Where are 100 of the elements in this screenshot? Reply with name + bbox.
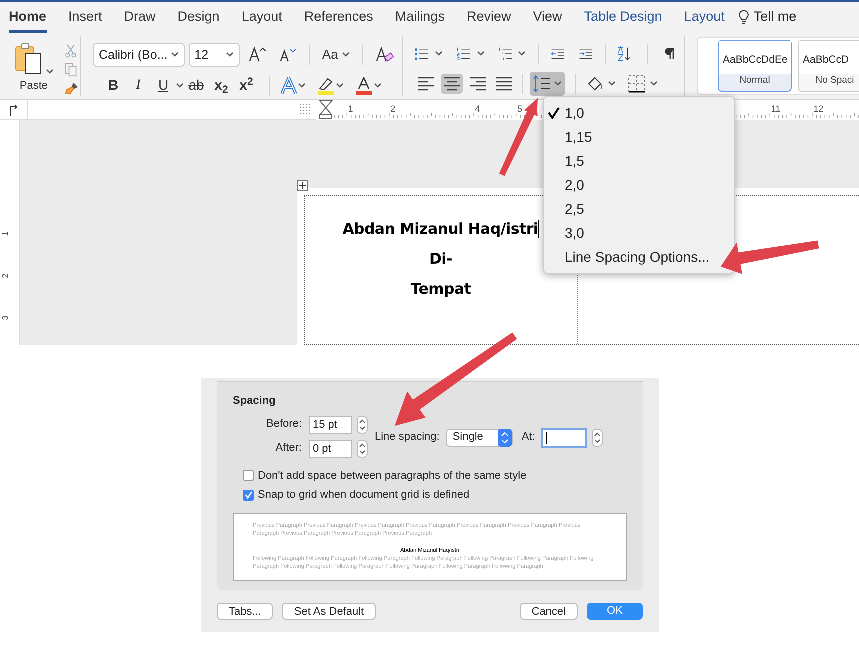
style-name: Normal [738, 74, 772, 88]
borders-icon[interactable] [628, 75, 646, 93]
after-spacing-field[interactable]: 0 pt [309, 440, 352, 458]
field-label: After: [274, 441, 303, 456]
stepper-icon [498, 428, 512, 446]
strikethrough-button[interactable]: ab [184, 75, 209, 96]
caret-icon[interactable] [608, 81, 616, 87]
section-heading: Spacing [233, 394, 277, 409]
checkmark-icon [244, 491, 252, 500]
text-effects-icon[interactable] [280, 76, 298, 94]
style-preview: AaBbCcD [799, 41, 859, 74]
document-text: Tempat [410, 279, 472, 300]
subscript-button[interactable]: x$_{2}$ [209, 75, 234, 96]
ruler-grip-icon [300, 104, 310, 116]
style-card[interactable]: AaBbCcD No Spaci [798, 40, 859, 92]
ruler-number: 4 [475, 103, 480, 116]
font-color-icon[interactable] [354, 76, 374, 94]
text-cursor [538, 220, 540, 238]
paste-clipboard-icon[interactable] [14, 43, 44, 75]
tell-me-search[interactable]: Tell me [754, 7, 797, 28]
superscript-button[interactable]: x$^{2}$ [234, 75, 259, 96]
checkbox-label: Don't add space between paragraphs of the same style [258, 468, 527, 484]
clear-formatting-icon[interactable] [375, 46, 394, 64]
ribbon-tab[interactable]: Table Design [584, 2, 662, 33]
menu-item[interactable]: 1,15 [565, 126, 592, 148]
field-label: At: [520, 430, 536, 446]
ruler-number: 5 [518, 103, 523, 116]
line-spacing-icon [533, 75, 551, 93]
bold-button[interactable]: B [101, 75, 126, 96]
sort-icon[interactable] [617, 44, 633, 64]
text-cursor [546, 432, 548, 444]
ribbon-tab[interactable]: Layout [684, 2, 725, 33]
style-name: No Spaci [814, 74, 856, 88]
field-label: Line spacing: [375, 430, 441, 446]
ribbon-tab[interactable]: Review [466, 2, 512, 33]
font-name-dropdown[interactable]: Calibri (Bo... [93, 43, 185, 67]
checkbox[interactable] [243, 490, 254, 501]
menu-item[interactable]: 2,5 [565, 198, 584, 220]
ribbon-tab[interactable]: Insert [68, 2, 102, 33]
pilcrow-icon[interactable] [665, 46, 676, 62]
caret-icon[interactable] [650, 81, 658, 87]
ribbon-tab[interactable]: Draw [124, 2, 156, 33]
caret-icon[interactable] [336, 82, 344, 88]
ruler-number: 12 [814, 103, 824, 116]
menu-item[interactable]: 3,0 [565, 222, 584, 244]
numbered-list-icon[interactable] [456, 45, 470, 63]
caret-icon[interactable] [476, 51, 484, 57]
highlighter-icon[interactable] [316, 76, 336, 94]
checkbox[interactable] [243, 470, 254, 482]
dialog-button[interactable]: Cancel [520, 603, 578, 620]
caret-icon[interactable] [46, 69, 54, 75]
document-text: Abdan Mizanul Haq/istri [342, 219, 538, 240]
tab-stop-selector-icon[interactable] [8, 104, 18, 116]
ruler-number: 11 [771, 103, 781, 116]
shrink-font-icon[interactable] [278, 46, 298, 64]
caret-icon[interactable] [434, 51, 443, 57]
ruler-number: 2 [390, 103, 396, 116]
ruler-number: 2 [0, 274, 12, 278]
multilevel-list-icon[interactable] [498, 45, 512, 63]
stepper-icon[interactable] [357, 440, 368, 458]
table-move-handle-icon[interactable] [297, 180, 308, 191]
dialog-button[interactable]: Tabs... [217, 603, 274, 620]
stepper-icon[interactable] [357, 416, 368, 434]
stepper-icon[interactable] [592, 428, 604, 446]
checkmark-icon [548, 107, 560, 119]
ribbon-tab[interactable]: View [533, 2, 562, 33]
font-size-dropdown[interactable]: 12 [188, 43, 240, 67]
menu-item[interactable]: 1,0 [565, 102, 584, 124]
indent-marker-icon[interactable] [319, 100, 333, 120]
style-preview: AaBbCcDdEe [719, 41, 791, 74]
caret-icon[interactable] [518, 51, 526, 57]
ribbon-tab[interactable]: References [304, 2, 374, 33]
underline-button[interactable]: U [151, 75, 176, 96]
paint-bucket-icon[interactable] [586, 75, 604, 93]
grow-font-icon[interactable] [248, 46, 267, 64]
ribbon-tab[interactable]: Home [9, 2, 47, 33]
ribbon-tab[interactable]: Layout [242, 2, 282, 33]
ribbon-tab[interactable]: Mailings [395, 2, 445, 33]
dialog-button[interactable]: Set As Default [282, 603, 376, 620]
menu-item[interactable]: Line Spacing Options... [565, 246, 710, 268]
ribbon-tab[interactable]: Design [178, 2, 220, 33]
line-spacing-dropdown[interactable]: Single [446, 428, 513, 446]
style-card[interactable]: AaBbCcDdEe Normal [718, 40, 792, 92]
menu-item[interactable]: 2,0 [565, 174, 584, 196]
at-field[interactable] [541, 428, 588, 448]
checkbox-label: Snap to grid when document grid is defined [258, 488, 470, 503]
decrease-indent-icon[interactable] [551, 46, 565, 62]
caret-icon[interactable] [176, 82, 184, 88]
before-spacing-field[interactable]: 15 pt [309, 416, 352, 434]
ruler-number: 1 [348, 103, 354, 116]
paintbrush-icon[interactable] [64, 82, 80, 96]
line-spacing-button[interactable] [530, 72, 565, 96]
caret-icon[interactable] [374, 82, 382, 88]
menu-item[interactable]: 1,5 [565, 150, 584, 172]
paste-button[interactable]: Paste [20, 77, 48, 94]
change-case-button[interactable]: Aa [322, 45, 350, 65]
italic-button[interactable]: I [126, 75, 151, 96]
increase-indent-icon[interactable] [578, 46, 593, 62]
caret-icon[interactable] [298, 82, 306, 88]
align-center-icon[interactable] [441, 74, 463, 94]
